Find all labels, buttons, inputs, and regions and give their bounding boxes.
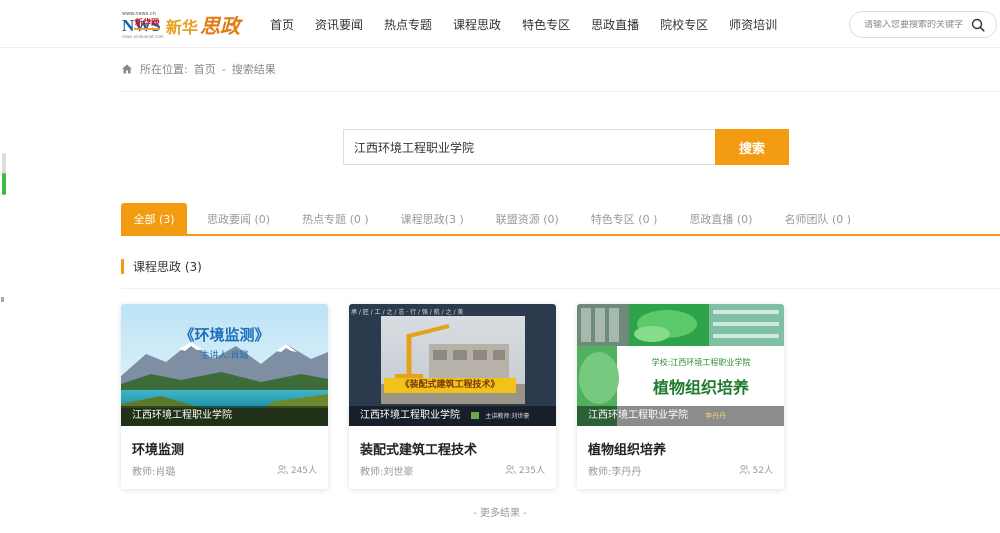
nav-item-courses[interactable]: 课程思政	[453, 16, 501, 33]
course-teacher: 教师:肖璐	[132, 467, 176, 478]
users-icon	[505, 465, 516, 475]
course-title[interactable]: 装配式建筑工程技术	[360, 439, 477, 458]
header-search-input[interactable]	[864, 19, 974, 30]
course-thumbnail: 承 / 匠 / 工 / 之 / 志 · 行 / 强 / 航 / 之 / 美 《装…	[349, 304, 556, 426]
nav-item-news[interactable]: 资讯要闻	[315, 16, 363, 33]
logo-swoosh	[134, 28, 160, 30]
result-tabs: 全部 (3) 思政要闻 (0) 热点专题 (0 ) 课程思政(3 ) 联盟资源 …	[121, 203, 1000, 236]
xinhua-news-logo: www.news.cn NWS 新华网 news.xinhuanet.com	[122, 11, 164, 39]
thumb-lecturer: 主讲人:肖璐	[200, 351, 249, 361]
scroll-indicator[interactable]	[2, 153, 6, 195]
brand-name: 新华 思政	[166, 10, 240, 39]
main-nav: 首页 资讯要闻 热点专题 课程思政 特色专区 思政直播 院校专区 师资培训	[270, 0, 798, 48]
users-icon	[738, 465, 750, 475]
nav-item-live[interactable]: 思政直播	[591, 16, 639, 33]
thumb-school: 学校:江西环境工程职业学院	[651, 358, 751, 367]
nav-item-featured[interactable]: 特色专区	[522, 16, 570, 33]
thumb-tagline: 承 / 匠 / 工 / 之 / 志 · 行 / 强 / 航 / 之 / 美	[351, 309, 464, 316]
nav-item-schools[interactable]: 院校专区	[660, 16, 708, 33]
school-label-text: 江西环境工程职业学院	[360, 410, 460, 421]
thumb-course-title: 植物组织培养	[652, 378, 749, 397]
breadcrumb-separator: -	[221, 62, 226, 76]
course-title[interactable]: 植物组织培养	[588, 439, 666, 458]
logo-url-small: news.xinhuanet.com	[122, 34, 164, 39]
more-results-link[interactable]: - 更多结果 -	[0, 504, 1000, 519]
breadcrumb-current: 搜索结果	[231, 63, 276, 76]
thumb-teacher: 李丹丹	[705, 412, 727, 420]
divider	[121, 288, 1000, 289]
nav-item-training[interactable]: 师资培训	[729, 16, 777, 33]
section-accent-bar	[121, 258, 124, 274]
brand-part2: 思政	[200, 13, 241, 38]
tab-teachers[interactable]: 名师团队 (0 )	[784, 211, 851, 227]
course-thumbnail: 学校:江西环境工程职业学院 植物组织培养 江西环境工程职业学院 李丹丹	[577, 304, 784, 426]
section-title-text: 课程思政 (3)	[133, 259, 202, 274]
page: www.news.cn NWS 新华网 news.xinhuanet.com 新…	[0, 0, 1000, 533]
course-card[interactable]: 《环境监测》 主讲人:肖璐 江西环境工程职业学院 环境监测 教师:肖璐 245人	[121, 304, 328, 489]
breadcrumb-home[interactable]: 首页	[194, 61, 216, 77]
school-label: 江西环境工程职业学院 李丹丹	[577, 406, 784, 426]
header: www.news.cn NWS 新华网 news.xinhuanet.com 新…	[0, 0, 1000, 48]
course-teacher: 教师:李丹丹	[588, 467, 642, 478]
breadcrumb: 所在位置: 首页 - 搜索结果	[121, 62, 282, 76]
users-icon	[277, 465, 288, 475]
enrollment-count-text: 245人	[290, 466, 317, 476]
logo-xinhua-small: 新华网	[135, 18, 159, 27]
play-icon	[471, 411, 480, 419]
course-card[interactable]: 学校:江西环境工程职业学院 植物组织培养 江西环境工程职业学院 李丹丹 植物组织…	[577, 304, 784, 489]
enrollment-count: 235人	[505, 463, 545, 476]
course-card[interactable]: 承 / 匠 / 工 / 之 / 志 · 行 / 强 / 航 / 之 / 美 《装…	[349, 304, 556, 489]
thumb-course-banner: 《装配式建筑工程技术》	[384, 378, 516, 393]
enrollment-count-text: 235人	[518, 466, 545, 476]
nav-item-topics[interactable]: 热点专题	[384, 16, 432, 33]
tab-featured[interactable]: 特色专区 (0 )	[591, 211, 658, 227]
home-icon	[122, 64, 132, 74]
tab-alliance[interactable]: 联盟资源 (0)	[496, 211, 559, 227]
tab-live[interactable]: 思政直播 (0)	[689, 211, 752, 227]
edge-marker	[1, 297, 4, 302]
tab-all[interactable]: 全部 (3)	[121, 203, 187, 234]
enrollment-count: 52人	[738, 463, 773, 476]
search-button[interactable]: 搜索	[715, 129, 789, 165]
section-title: 课程思政 (3)	[121, 258, 202, 274]
course-title[interactable]: 环境监测	[132, 439, 184, 458]
divider	[121, 91, 1000, 92]
tab-topics[interactable]: 热点专题 (0 )	[302, 211, 369, 227]
school-label: 江西环境工程职业学院 主讲教师:刘世豪	[349, 406, 556, 426]
main-search: 搜索	[343, 129, 789, 165]
main-search-input[interactable]	[343, 129, 715, 165]
scroll-indicator-fill	[2, 173, 6, 195]
course-teacher: 教师:刘世豪	[360, 467, 414, 478]
tab-courses[interactable]: 课程思政(3 )	[401, 211, 464, 227]
enrollment-count-text: 52人	[752, 466, 773, 476]
logo[interactable]: www.news.cn NWS 新华网 news.xinhuanet.com 新…	[122, 10, 240, 39]
school-label-text: 江西环境工程职业学院	[588, 410, 688, 421]
school-label: 江西环境工程职业学院	[121, 406, 328, 426]
brand-part1: 新华	[166, 17, 199, 37]
breadcrumb-prefix: 所在位置:	[140, 63, 188, 76]
nav-item-home[interactable]: 首页	[270, 16, 294, 33]
course-thumbnail: 《环境监测》 主讲人:肖璐 江西环境工程职业学院	[121, 304, 328, 426]
thumb-teacher: 主讲教师:刘世豪	[485, 413, 530, 420]
header-search	[849, 11, 997, 38]
enrollment-count: 245人	[277, 463, 317, 476]
search-icon[interactable]	[971, 18, 985, 32]
thumb-course-title: 《环境监测》	[179, 326, 270, 344]
tab-news[interactable]: 思政要闻 (0)	[207, 211, 270, 227]
